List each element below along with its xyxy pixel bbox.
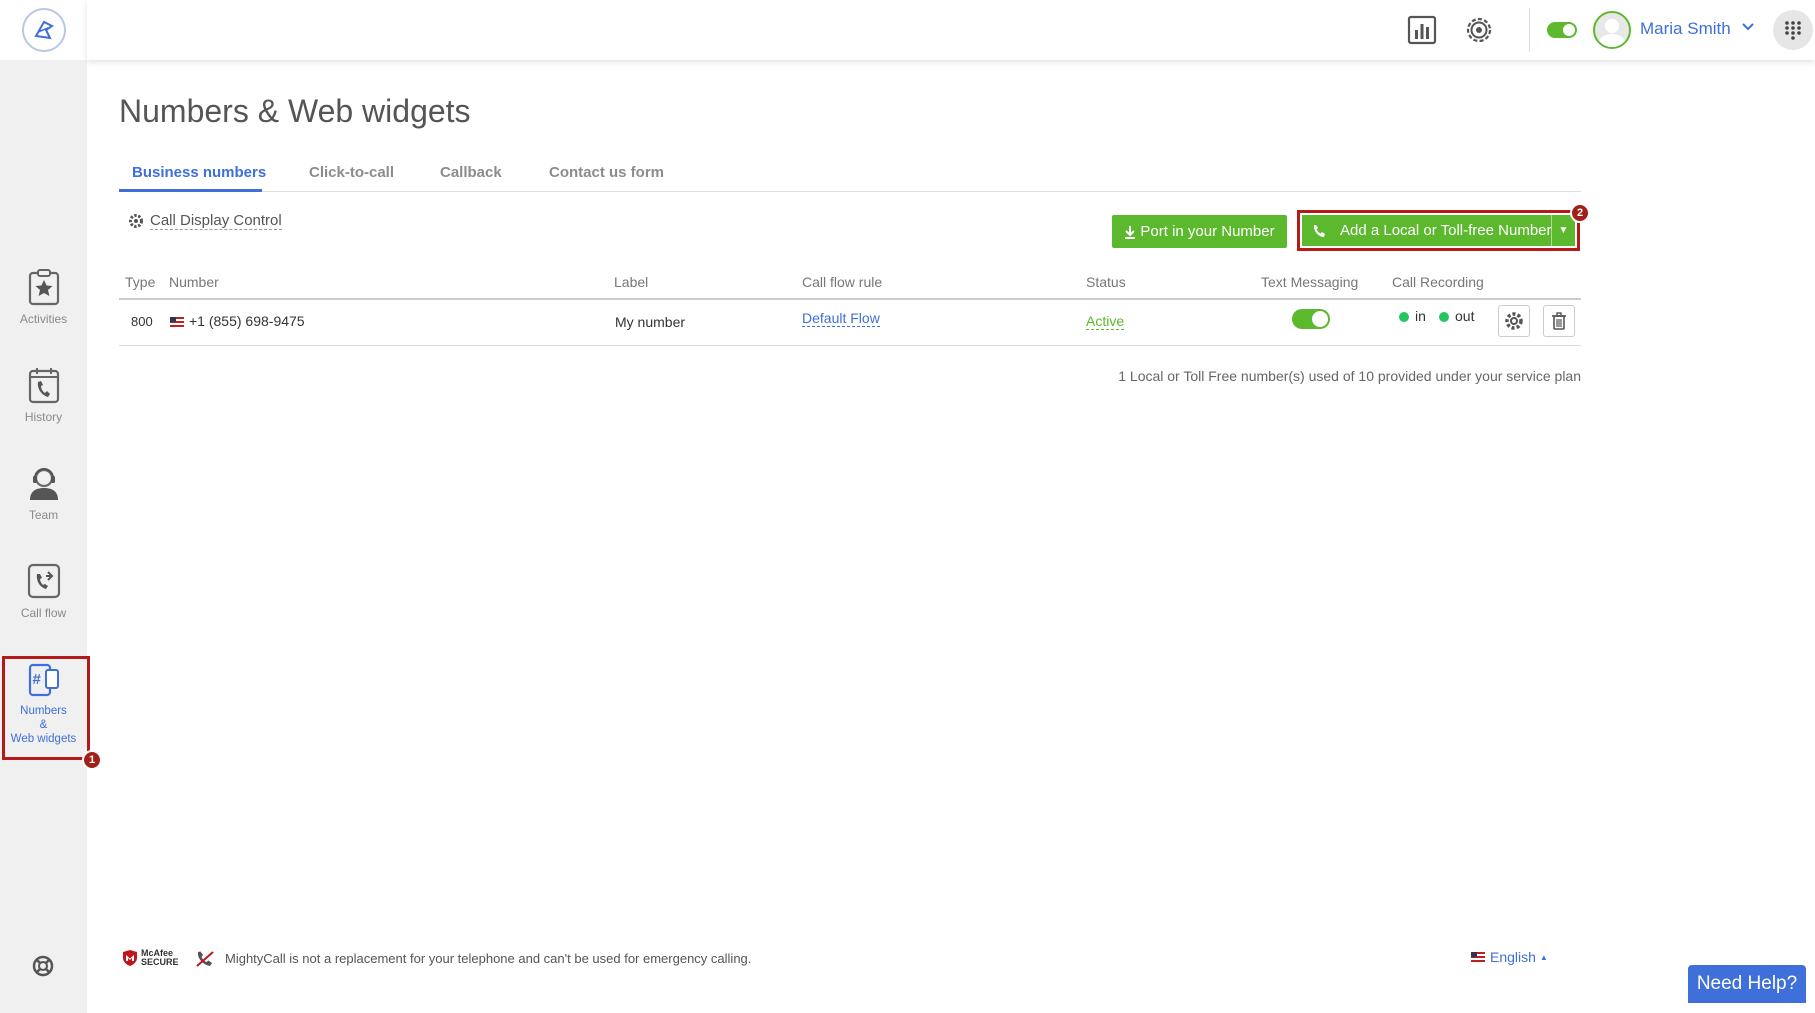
dialpad-icon[interactable] — [1773, 10, 1813, 50]
tab-click-to-call[interactable]: Click-to-call — [309, 164, 394, 181]
header-divider — [1529, 8, 1530, 52]
call-display-control-label: Call Display Control — [150, 212, 282, 230]
status-badge: Active — [1086, 313, 1125, 330]
text-messaging-toggle[interactable] — [1292, 309, 1330, 329]
add-number-label: Add a Local or Toll-free Number — [1340, 222, 1552, 239]
mcafee-secure-badge[interactable]: McAfee SECURE — [122, 949, 179, 967]
step-badge-2: 2 — [1570, 203, 1590, 223]
row-settings-button[interactable] — [1498, 305, 1530, 337]
cell-label: My number — [615, 314, 686, 330]
column-header-label: Label — [614, 274, 649, 290]
recording-out: out — [1439, 308, 1474, 324]
clipboard-star-icon — [28, 269, 59, 306]
port-number-button[interactable]: Port in your Number — [1112, 215, 1287, 248]
call-flow-icon — [27, 563, 60, 599]
sidebar-item-label: Team — [28, 508, 59, 522]
column-header-call-flow-rule: Call flow rule — [802, 274, 883, 290]
sidebar-item-label: Call flow — [20, 606, 67, 620]
logo-container[interactable] — [0, 0, 87, 60]
sidebar: Activities History Team Call flow # Numb… — [0, 0, 102, 1013]
highlight-box — [2, 656, 90, 760]
download-icon — [1125, 225, 1136, 239]
recording-in-label: in — [1415, 308, 1426, 324]
recording-out-dot-icon — [1439, 312, 1449, 323]
recording-in: in — [1399, 308, 1426, 324]
column-header-status: Status — [1086, 274, 1126, 290]
language-label: English — [1490, 949, 1536, 965]
language-selector[interactable]: English ▲ — [1471, 949, 1548, 965]
default-flow-link[interactable]: Default Flow — [802, 310, 880, 327]
tab-business-numbers[interactable]: Business numbers — [132, 164, 266, 181]
caret-up-icon: ▲ — [1539, 952, 1548, 962]
add-number-highlight: Add a Local or Toll-free Number ▼ — [1297, 210, 1580, 251]
number-usage-text: 1 Local or Toll Free number(s) used of 1… — [1118, 368, 1581, 384]
sidebar-item-history[interactable]: History — [0, 366, 87, 424]
table-row-divider — [119, 345, 1581, 346]
no-emergency-phone-icon — [195, 950, 215, 973]
active-tab-indicator — [119, 189, 262, 192]
trash-icon — [1552, 312, 1566, 330]
phone-number: +1 (855) 698-9475 — [189, 313, 305, 329]
tab-bar: Business numbers Click-to-call Callback … — [119, 158, 1581, 192]
need-help-button[interactable]: Need Help? — [1688, 965, 1806, 1003]
tab-contact-us-form[interactable]: Contact us form — [549, 164, 664, 181]
call-display-control-link[interactable]: Call Display Control — [128, 212, 282, 230]
row-delete-button[interactable] — [1543, 305, 1575, 337]
cell-call-flow-rule: Default Flow — [802, 310, 880, 327]
sidebar-item-call-flow[interactable]: Call flow — [0, 562, 87, 620]
settings-gear-icon[interactable] — [1464, 15, 1494, 50]
headset-user-icon — [29, 468, 58, 500]
us-flag-icon — [170, 317, 184, 328]
avatar[interactable] — [1593, 11, 1631, 49]
cell-number: +1 (855) 698-9475 — [170, 313, 305, 329]
cell-type: 800 — [131, 314, 153, 329]
chevron-down-icon[interactable] — [1742, 20, 1754, 34]
column-header-call-recording: Call Recording — [1392, 274, 1484, 290]
bar-chart-icon[interactable] — [1407, 15, 1437, 50]
shield-icon — [123, 950, 137, 966]
table-header-divider — [119, 298, 1581, 300]
gear-icon — [1505, 312, 1523, 330]
sidebar-item-activities[interactable]: Activities — [0, 268, 87, 326]
gear-icon — [129, 214, 143, 228]
tab-callback[interactable]: Callback — [440, 164, 502, 181]
dropdown-caret-icon[interactable]: ▼ — [1551, 215, 1575, 246]
top-header: Maria Smith — [87, 0, 1815, 60]
port-number-label: Port in your Number — [1140, 223, 1275, 240]
sidebar-item-label: Activities — [19, 312, 68, 326]
sidebar-item-team[interactable]: Team — [0, 464, 87, 522]
column-header-number: Number — [169, 274, 219, 290]
sidebar-item-label: History — [24, 410, 63, 424]
page-title: Numbers & Web widgets — [119, 93, 471, 129]
availability-toggle[interactable] — [1547, 22, 1577, 38]
column-header-text-messaging: Text Messaging — [1261, 274, 1359, 290]
user-name[interactable]: Maria Smith — [1640, 19, 1731, 39]
add-number-button[interactable]: Add a Local or Toll-free Number ▼ — [1302, 215, 1575, 246]
column-header-type: Type — [125, 274, 156, 290]
phone-icon — [1313, 224, 1325, 237]
recording-in-dot-icon — [1399, 312, 1409, 323]
emergency-disclaimer: MightyCall is not a replacement for your… — [225, 951, 752, 966]
lifebuoy-icon[interactable] — [32, 955, 54, 982]
app-logo-icon[interactable] — [21, 8, 66, 52]
recording-out-label: out — [1455, 308, 1475, 324]
us-flag-icon — [1471, 952, 1485, 962]
mcafee-line-2: SECURE — [141, 957, 179, 967]
cell-status: Active — [1086, 313, 1125, 330]
calendar-phone-icon — [28, 368, 59, 404]
step-badge-1: 1 — [82, 750, 102, 770]
